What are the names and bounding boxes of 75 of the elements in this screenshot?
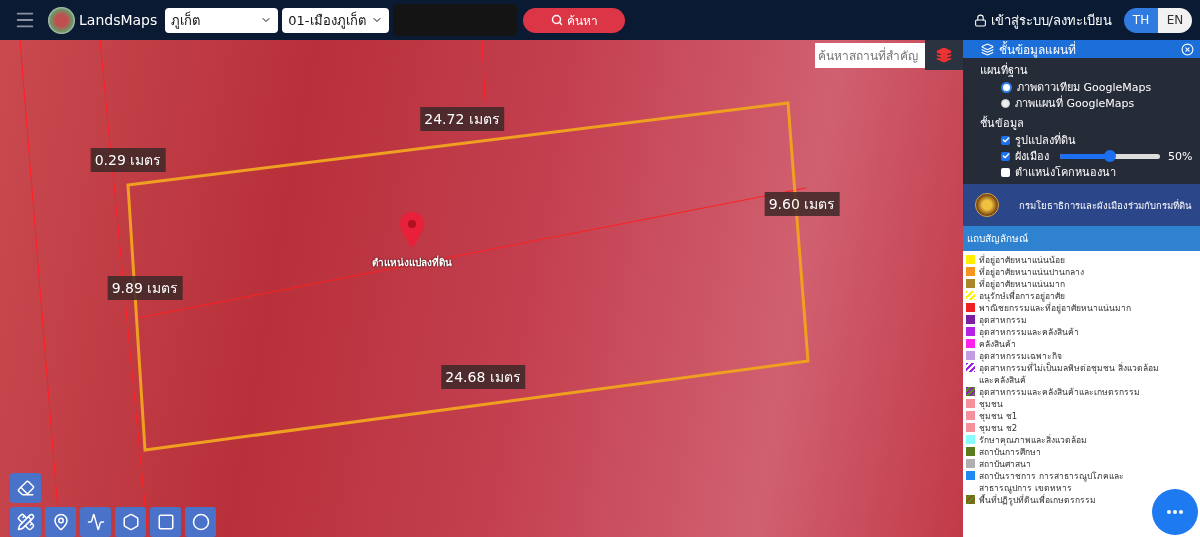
language-button[interactable]: EN (1158, 7, 1192, 33)
circle-button[interactable] (185, 507, 216, 537)
legend-label: อุตสาหกรรมที่ไม่เป็นมลพิษต่อชุมชน สิ่งแวดล้อมและคลังสินค้ (979, 362, 1160, 386)
legend-label: ที่อยู่อาศัยหนาแน่นปานกลาง (979, 266, 1084, 278)
legend-label: ชุมชน ช2 (979, 422, 1018, 434)
search-icon (550, 14, 563, 26)
legend-label: อุตสาหกรรมเฉพาะกิจ (979, 350, 1062, 362)
hexagon-icon (121, 513, 140, 531)
checkbox[interactable] (1001, 135, 1010, 145)
zigzag-line-button[interactable] (80, 507, 111, 537)
parcel-pin-icon (400, 212, 424, 248)
brand-name: LandsMaps (79, 12, 158, 28)
measurement-label: 9.60 เมตร (764, 192, 840, 216)
legend-label: ชุมชน ช1 (979, 410, 1018, 422)
legend-title: แถบสัญลักษณ์ (963, 226, 1200, 251)
map-pin-button[interactable] (45, 507, 76, 537)
radio-icon[interactable] (1001, 98, 1010, 108)
legend-label: อุตสาหกรรมและคลังสินค้า (979, 326, 1079, 338)
radio-icon[interactable] (1001, 81, 1012, 93)
square-icon (156, 513, 175, 531)
legend-label: อุตสาหกรรม (979, 314, 1027, 326)
layers-icon (936, 47, 952, 63)
banner-title: กรมโยธาธิการและผังเมืองร่วมกับกรมที่ดิน (1019, 198, 1191, 213)
section-heading: ชั้นข้อมูล (979, 115, 1025, 132)
legend-label: คลังสินค้า (979, 338, 1016, 350)
base-map-option[interactable]: ภาพแผนที่ GoogleMaps (963, 95, 1200, 111)
pencil-ruler-icon (16, 513, 35, 531)
legend-label: สถาบันศาสนา (979, 458, 1031, 470)
layers-button[interactable] (925, 40, 963, 70)
layer-option[interactable]: รูปแปลงที่ดิน (963, 132, 1200, 148)
district-select[interactable]: 01-เมืองภูเก็ต (282, 7, 390, 33)
circle-icon (191, 513, 210, 531)
lock-icon (973, 13, 987, 27)
emblem-icon (975, 193, 999, 217)
place-search-field[interactable]: ค้นหาสถานที่สำคัญ (815, 43, 925, 68)
legend-label: สถาบันราชการ การสาธารณูปโภคและสาธารณูปการ เขตทหาร (979, 470, 1125, 494)
checkbox[interactable] (1001, 167, 1010, 177)
pencil-ruler-button[interactable] (10, 507, 41, 537)
legend-label: ชุมชน (979, 398, 1003, 410)
search-button[interactable]: ค้นหา (523, 7, 626, 33)
legend-label: สถาบันการศึกษา (979, 446, 1041, 458)
login-link[interactable]: เข้าสู่ระบบ/ลงทะเบียน (973, 9, 1112, 31)
checkbox[interactable] (1001, 151, 1010, 161)
layers-icon (981, 42, 994, 56)
legend-label: พื้นที่ปฏิรูปที่ดินเพื่อเกษตรกรรม (979, 494, 1096, 506)
language-button[interactable]: TH (1124, 7, 1158, 33)
legend-label: อนุรักษ์เพื่อการอยู่อาศัย (979, 290, 1065, 302)
rectangle-button[interactable] (150, 507, 181, 537)
logo-icon (48, 6, 75, 34)
province-select[interactable]: ภูเก็ต (165, 7, 279, 33)
legend-label: อุตสาหกรรมและคลังสินค้าและเกษตรกรรม (979, 386, 1140, 398)
panel-title: ชั้นข้อมูลแผนที่ (999, 40, 1076, 59)
base-map-option[interactable]: ภาพดาวเทียม GoogleMaps (963, 79, 1200, 95)
legend-label: ที่อยู่อาศัยหนาแน่นน้อย (979, 254, 1065, 266)
input-field[interactable] (393, 4, 518, 36)
eraser-button[interactable] (10, 473, 41, 503)
layer-option[interactable]: ผังเมือง 50% (963, 148, 1200, 164)
close-icon[interactable] (1181, 42, 1194, 56)
zigzag-line-icon (86, 513, 105, 531)
opacity-slider[interactable] (1060, 153, 1160, 159)
polygon-button[interactable] (115, 507, 146, 537)
measurement-label: 0.29 เมตร (90, 148, 166, 172)
legend-label: พาณิชยกรรมและที่อยู่อาศัยหนาแน่นมาก (979, 302, 1131, 314)
map-pin-icon (51, 513, 70, 531)
opacity-reading: 50% (1168, 149, 1193, 163)
parcel-label: ตำแหน่งแปลงที่ดิน (372, 254, 452, 270)
measurement-label: 24.72 เมตร (420, 107, 504, 131)
measurement-label: 24.68 เมตร (441, 365, 525, 389)
section-heading: แผนที่ฐาน (979, 61, 1029, 79)
layer-option[interactable]: ตำแหน่งโคกหนองนา (963, 164, 1200, 180)
eraser-icon (16, 479, 35, 497)
legend-label: รักษาคุณภาพและสิ่งแวดล้อม (979, 434, 1087, 446)
measurement-label: 9.89 เมตร (107, 276, 183, 300)
more-icon (1167, 510, 1183, 514)
legend-label: ที่อยู่อาศัยหนาแน่นมาก (979, 278, 1065, 290)
